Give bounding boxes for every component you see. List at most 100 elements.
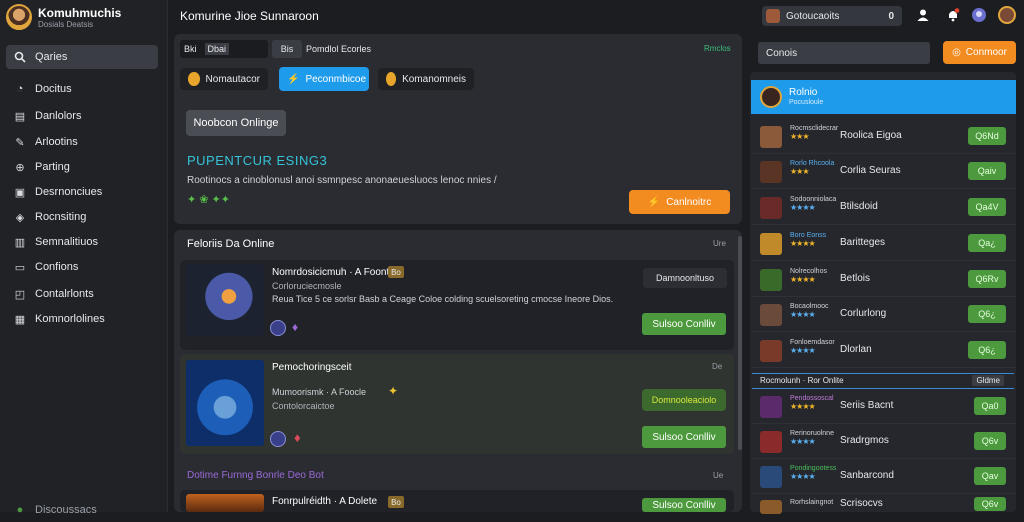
- bell-icon[interactable]: [944, 6, 962, 24]
- sidebar-item-label: Arlootins: [35, 136, 78, 148]
- right-action-button[interactable]: ◎ Conmoor: [943, 41, 1016, 64]
- sidebar-item-label: Docitus: [35, 83, 72, 95]
- item-button[interactable]: Qa¿: [968, 234, 1006, 252]
- item-meta: Pendossoscal ★★★★: [790, 395, 834, 411]
- item-meta: Rorlo Rhcoola ★★★: [790, 160, 835, 176]
- sidebar-item-2[interactable]: ✎ Arlootins: [6, 130, 158, 154]
- bolt-icon: ⚡: [287, 73, 300, 85]
- sidebar-footer-label: Discoussacs: [35, 504, 97, 516]
- chat-icon: ●: [16, 504, 24, 516]
- right-list-item[interactable]: Nolrecolhos ★★★★ Betlois Q6Rv: [752, 263, 1016, 297]
- brand-subtitle: Dosials Deatsis: [38, 19, 94, 29]
- sidebar-item-7[interactable]: ▭ Confions: [6, 255, 158, 279]
- divider-button[interactable]: Gldme: [972, 375, 1004, 386]
- sidebar-footer-item[interactable]: ● Discoussacs: [6, 498, 158, 522]
- tab-3[interactable]: Bis: [272, 40, 302, 58]
- corner-link[interactable]: Rmclos: [704, 44, 731, 53]
- play-button[interactable]: Sulsoo Conlliv: [642, 426, 726, 448]
- brand-avatar: [6, 4, 32, 30]
- right-search-input[interactable]: Conois: [758, 42, 930, 64]
- sidebar-item-8[interactable]: ◰ Contalrlonts: [6, 282, 158, 306]
- sidebar-item-0[interactable]: ◔ Docitus: [6, 77, 158, 101]
- rating-stars: ★★★★: [790, 472, 816, 481]
- cta-button[interactable]: ⚡ Canlnoitrc: [629, 190, 730, 214]
- lightning-icon: ⚡: [647, 196, 661, 208]
- user-thumb: [766, 9, 780, 23]
- right-list-item[interactable]: Bocaolmooc ★★★★ Corlurlong Q6¿: [752, 298, 1016, 332]
- grid-icon: ▦: [14, 313, 26, 326]
- brand[interactable]: Komuhmuchis Dosials Deatsis: [6, 4, 121, 30]
- game-card[interactable]: Pemochoringsceit De Mumoorismk · A Foocl…: [180, 354, 734, 454]
- right-list-item[interactable]: Rerinoruolnne ★★★★ Sradrgmos Q6v: [752, 425, 1016, 459]
- card-title: Nomrdosicicmuh · A Foonte: [272, 267, 395, 278]
- card-side-button[interactable]: Domnooleaciolo: [642, 389, 726, 411]
- item-meta: Fonloemdasor ★★★★: [790, 339, 835, 355]
- pill-active[interactable]: ⚡ Peconmbicoe: [279, 67, 369, 91]
- right-list-item[interactable]: Sodoonniolaca ★★★★ Btilsdoid Qa4V: [752, 191, 1016, 225]
- play-button[interactable]: Sulsoo Conlliv: [642, 313, 726, 335]
- item-button[interactable]: Qa4V: [968, 198, 1006, 216]
- right-list-item[interactable]: Boro Eonss ★★★★ Baritteges Qa¿: [752, 227, 1016, 261]
- filter-button[interactable]: Noobcon Onlinge: [186, 110, 286, 136]
- card-desc: Contolorcaictoe: [272, 401, 335, 411]
- sidebar: Komuhmuchis Dosials Deatsis Qaries ◔ Doci…: [0, 0, 168, 516]
- user-icon[interactable]: [914, 6, 932, 24]
- profile-avatar[interactable]: [998, 6, 1016, 24]
- item-button[interactable]: Q6Nd: [968, 127, 1006, 145]
- sidebar-search[interactable]: Qaries: [6, 45, 158, 69]
- featured-row[interactable]: Rolnio Pocusloule: [751, 80, 1016, 114]
- item-name: Betlois: [840, 273, 871, 284]
- sidebar-item-label: Confions: [35, 261, 79, 273]
- diamond-icon: ◈: [15, 211, 25, 224]
- tab-1[interactable]: Bki: [184, 44, 197, 54]
- card-side-label[interactable]: Damnoonltuso: [643, 268, 727, 288]
- item-button[interactable]: Q6Rv: [968, 270, 1006, 288]
- item-button[interactable]: Qaiv: [968, 162, 1006, 180]
- right-list-item[interactable]: Pondingootess ★★★★ Sanbarcond Qav: [752, 460, 1016, 494]
- right-list-item[interactable]: Fonloemdasor ★★★★ Dlorlan Q6¿: [752, 334, 1016, 368]
- game-card[interactable]: Fonrpulréidth · A Dolete Bo Sulsoo Conll…: [180, 490, 734, 512]
- item-button[interactable]: Q6¿: [968, 305, 1006, 323]
- rating-stars: ★★★★: [790, 275, 816, 284]
- divider-row: Rocmolunh · Ror Onlite Gldme: [752, 373, 1014, 389]
- right-list-item[interactable]: Pendossoscal ★★★★ Seriis Bacnt Qa0: [752, 390, 1016, 424]
- sidebar-item-4[interactable]: ▣ Desrnonciues: [6, 180, 158, 204]
- rating-stars: ★★★★: [790, 239, 816, 248]
- sidebar-item-label: Parting: [35, 161, 70, 173]
- pill-coins-1[interactable]: Nomautacor: [180, 68, 268, 90]
- card-corner: De: [712, 362, 723, 371]
- item-name: Sradrgmos: [840, 435, 889, 446]
- top-search[interactable]: Gotoucaoits 0: [762, 6, 902, 26]
- game-card[interactable]: Nomrdosicicmuh · A Foonte Bo Corloruciec…: [180, 260, 734, 350]
- sidebar-item-label: Contalrlonts: [35, 288, 94, 300]
- list-scrollbar[interactable]: [738, 236, 742, 450]
- right-list-item[interactable]: Rorlo Rhcoola ★★★ Corlia Seuras Qaiv: [752, 155, 1016, 189]
- game-thumbnail: [760, 161, 782, 183]
- sidebar-item-5[interactable]: ◈ Rocnsiting: [6, 205, 158, 229]
- tab-2[interactable]: Dbai: [204, 43, 230, 55]
- item-meta: Rerinoruolnne ★★★★: [790, 430, 834, 446]
- item-button[interactable]: Q6v: [974, 432, 1006, 450]
- sidebar-item-6[interactable]: ▥ Semnalitiuos: [6, 230, 158, 254]
- rating-stars: ★★★★: [790, 402, 816, 411]
- sidebar-item-3[interactable]: ⊕ Parting: [6, 155, 158, 179]
- card-desc: Reua Tice 5 ce sorlsr Basb a Ceage Coloe…: [272, 294, 614, 304]
- platform-icon: [270, 320, 286, 336]
- globe-icon[interactable]: [970, 6, 988, 24]
- item-button[interactable]: Q6¿: [968, 341, 1006, 359]
- featured-label: Rolnio: [789, 87, 818, 98]
- item-button[interactable]: Q6v: [974, 497, 1006, 511]
- rating-stars: ★★★: [790, 132, 810, 141]
- divider-label: Rocmolunh · Ror Onlite: [760, 376, 844, 385]
- game-thumbnail: [760, 396, 782, 418]
- subsection-title: Dotime Furnng Bonrle Deo Bot: [187, 470, 324, 481]
- sidebar-item-1[interactable]: ▤ Danlolors: [6, 104, 158, 128]
- play-button[interactable]: Sulsoo Conlliv: [642, 498, 726, 512]
- sidebar-item-9[interactable]: ▦ Komnorlolines: [6, 307, 158, 331]
- pill-coins-2[interactable]: Komanomneis: [378, 68, 474, 90]
- right-list-item[interactable]: Rocmsclidecrar ★★★ Roolica Eigoa Q6Nd: [752, 120, 1016, 154]
- right-list-item[interactable]: Rorhslaingnot Scrisocvs Q6v: [752, 494, 1016, 514]
- item-button[interactable]: Qav: [974, 467, 1006, 485]
- item-button[interactable]: Qa0: [974, 397, 1006, 415]
- item-name: Corlurlong: [840, 308, 887, 319]
